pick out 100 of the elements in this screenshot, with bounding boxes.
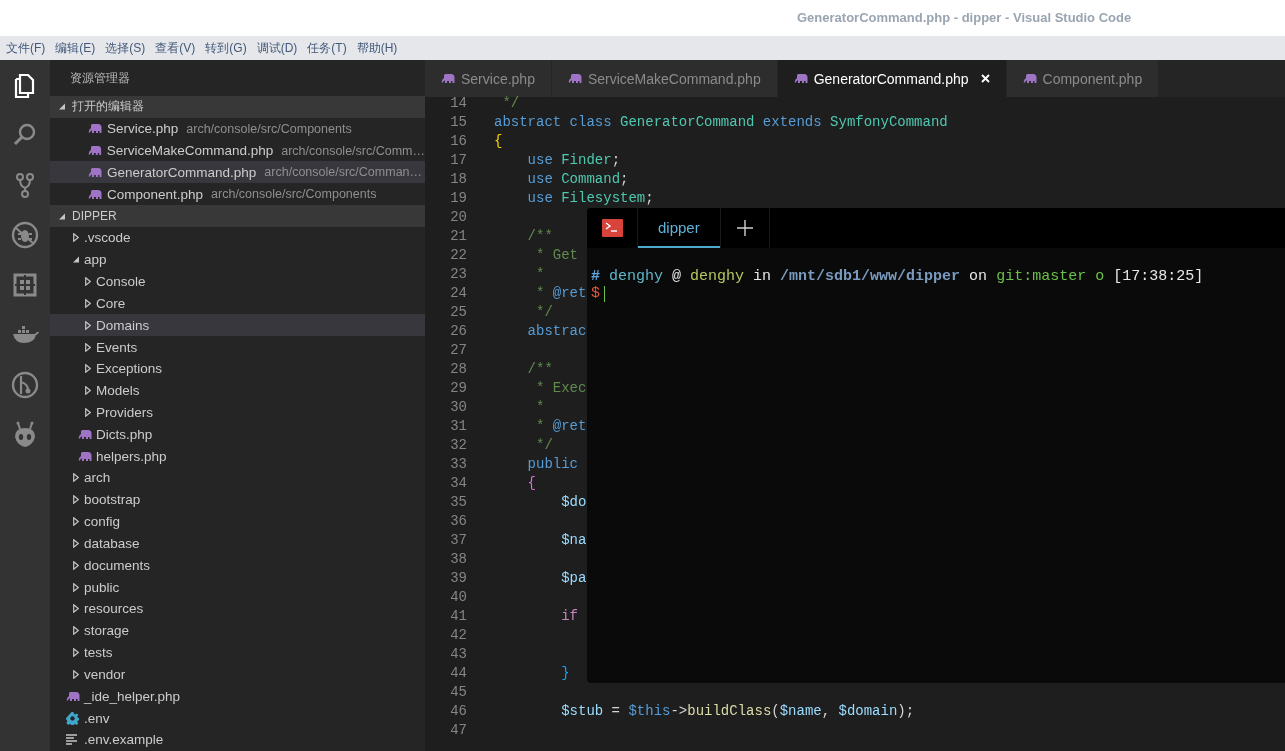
- open-editor-item[interactable]: ServiceMakeCommand.php arch/console/src/Comm…: [50, 139, 425, 162]
- tree-item[interactable]: documents: [50, 554, 425, 577]
- line-number: 30: [449, 398, 467, 417]
- open-editor-item[interactable]: Service.php arch/console/src/Components: [50, 117, 425, 140]
- terminal-icon[interactable]: [601, 219, 623, 237]
- line-number: 39: [449, 569, 467, 588]
- menu-item[interactable]: 查看(V): [150, 39, 201, 57]
- file-path: arch/console/src/Comman…: [264, 165, 423, 180]
- code-line: {: [494, 132, 503, 151]
- menu-item[interactable]: 转到(G): [200, 39, 252, 57]
- open-editor-item[interactable]: Component.php arch/console/src/Components: [50, 183, 425, 206]
- caret-right-icon[interactable]: [85, 408, 91, 417]
- caret-right-icon[interactable]: [73, 233, 79, 243]
- tree-item[interactable]: bootstrap: [50, 488, 425, 511]
- caret-right-icon[interactable]: [85, 386, 91, 396]
- section-header[interactable]: 打开的编辑器: [72, 98, 144, 116]
- tree-item[interactable]: public: [50, 576, 425, 599]
- tree-item[interactable]: .vscode: [50, 226, 425, 249]
- code-line: * @ret: [535, 284, 587, 303]
- editor-tab[interactable]: Component.php: [1006, 60, 1160, 97]
- elephant-icon: [88, 123, 102, 135]
- editor-tab[interactable]: Service.php: [425, 60, 552, 97]
- tree-item[interactable]: vendor: [50, 663, 425, 686]
- open-editor-item[interactable]: GeneratorCommand.php arch/console/src/Comman…: [50, 161, 425, 184]
- line-number: 31: [449, 417, 467, 436]
- branch-circle-icon[interactable]: [10, 370, 40, 400]
- code-line: use Finder;: [526, 151, 621, 170]
- tree-item[interactable]: resources: [50, 598, 425, 620]
- tree-item[interactable]: Dicts.php: [50, 423, 425, 446]
- debug-icon[interactable]: [10, 220, 40, 250]
- line-number: 35: [449, 493, 467, 512]
- line-number: 18: [449, 170, 467, 189]
- caret-right-icon[interactable]: [85, 298, 91, 308]
- tree-item[interactable]: Models: [50, 379, 425, 402]
- caret-right-icon[interactable]: [73, 604, 79, 614]
- code-line: abstrac: [526, 322, 587, 341]
- tree-item[interactable]: tests: [50, 641, 425, 664]
- caret-right-icon[interactable]: [73, 626, 79, 636]
- tree-item[interactable]: Domains: [50, 314, 425, 337]
- terminal-tab[interactable]: dipper: [638, 208, 720, 248]
- tree-item[interactable]: arch: [50, 467, 425, 489]
- code-line: abstract class GeneratorCommand extends SymfonyCommand: [494, 113, 948, 132]
- caret-right-icon[interactable]: [85, 342, 91, 352]
- tree-item[interactable]: Events: [50, 336, 425, 358]
- tree-item[interactable]: Core: [50, 292, 425, 315]
- tree-item[interactable]: .env: [50, 707, 425, 729]
- line-number: 43: [449, 645, 467, 664]
- caret-right-icon[interactable]: [73, 495, 79, 505]
- section-header[interactable]: DIPPER: [72, 209, 117, 224]
- caret-right-icon[interactable]: [85, 277, 91, 287]
- code-line: /**: [526, 360, 553, 379]
- tree-item[interactable]: Providers: [50, 401, 425, 424]
- caret-right-icon[interactable]: [85, 320, 91, 330]
- prompt-symbol: $: [591, 285, 600, 302]
- tree-item[interactable]: helpers.php: [50, 445, 425, 468]
- tree-item[interactable]: config: [50, 510, 425, 533]
- caret-right-icon[interactable]: [73, 582, 79, 592]
- line-number: 16: [449, 132, 467, 151]
- code-line: /**: [526, 227, 553, 246]
- plus-icon[interactable]: [736, 220, 753, 236]
- caret-right-icon[interactable]: [73, 538, 79, 548]
- editor-tab[interactable]: ServiceMakeCommand.php: [551, 60, 778, 97]
- code-line: */: [535, 303, 553, 322]
- tree-item[interactable]: Console: [50, 270, 425, 293]
- menu-item[interactable]: 帮助(H): [351, 39, 403, 57]
- elephant-icon: [88, 188, 102, 200]
- elephant-icon: [88, 145, 102, 157]
- caret-right-icon[interactable]: [73, 517, 79, 527]
- caret-right-icon[interactable]: [73, 669, 79, 679]
- line-number: 25: [449, 303, 467, 322]
- menu-item[interactable]: 文件(F): [1, 39, 51, 57]
- code-line: use Filesystem;: [526, 189, 654, 208]
- tree-item[interactable]: database: [50, 532, 425, 555]
- line-number: 21: [449, 227, 467, 246]
- elephant-icon: [66, 690, 80, 702]
- caret-down-icon[interactable]: [73, 256, 80, 264]
- code-line: */: [535, 436, 553, 455]
- code-line: *: [535, 265, 545, 284]
- tree-item[interactable]: app: [50, 248, 425, 271]
- caret-right-icon[interactable]: [73, 648, 79, 658]
- caret-down-icon[interactable]: [59, 103, 66, 111]
- menu-item[interactable]: 选择(S): [100, 39, 151, 57]
- menu-item[interactable]: 调试(D): [251, 39, 303, 57]
- tree-item[interactable]: storage: [50, 619, 425, 642]
- editor-tab[interactable]: GeneratorCommand.php: [777, 60, 1007, 97]
- caret-right-icon[interactable]: [73, 560, 79, 570]
- sidebar-title: 资源管理器: [69, 70, 131, 87]
- caret-down-icon[interactable]: [59, 212, 66, 220]
- caret-right-icon[interactable]: [73, 473, 79, 483]
- text-cursor: [604, 285, 605, 302]
- menu-item[interactable]: 编辑(E): [50, 39, 101, 57]
- close-icon[interactable]: [980, 74, 990, 83]
- file-name: Service.php: [107, 121, 179, 137]
- menu-item[interactable]: 任务(T): [302, 39, 352, 57]
- caret-right-icon[interactable]: [85, 364, 91, 374]
- tree-item[interactable]: .env.example: [50, 729, 425, 751]
- tree-item[interactable]: _ide_helper.php: [50, 685, 425, 708]
- tree-item[interactable]: Exceptions: [50, 357, 425, 380]
- line-number: 38: [449, 550, 467, 569]
- code-line: * Exec: [535, 379, 587, 398]
